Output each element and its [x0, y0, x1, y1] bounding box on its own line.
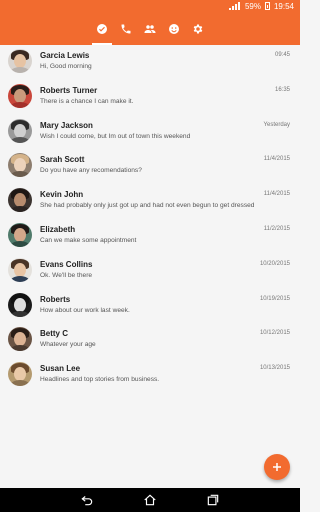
message-preview: Do you have any recomendations? — [40, 167, 142, 175]
signal-icon — [228, 2, 241, 10]
conversation-row[interactable]: Garcia Lewis Hi, Good morning 09:45 — [0, 45, 300, 80]
conversation-row[interactable]: Kevin John She had probably only just go… — [0, 184, 300, 219]
app-toolbar — [0, 12, 300, 45]
contact-name: Evans Collins — [40, 259, 93, 269]
tab-calls[interactable] — [114, 12, 138, 45]
battery-percent: 59% — [244, 1, 261, 11]
conversation-list: Garcia Lewis Hi, Good morning 09:45 Robe… — [0, 45, 300, 393]
people-icon — [144, 24, 156, 33]
avatar — [8, 49, 32, 73]
home-icon — [144, 494, 156, 506]
contact-name: Susan Lee — [40, 364, 81, 374]
contact-name: Roberts — [40, 294, 71, 304]
conversation-row[interactable]: Betty C Whatever your age 10/12/2015 — [0, 323, 300, 358]
message-time: 10/12/2015 — [259, 330, 290, 337]
back-icon — [81, 496, 93, 506]
tab-settings[interactable] — [186, 12, 210, 45]
avatar — [8, 118, 32, 143]
contact-name: Garcia Lewis — [40, 51, 90, 60]
contact-name: Kevin John — [40, 190, 84, 200]
message-time: 11/4/2015 — [263, 156, 290, 163]
avatar — [8, 362, 32, 387]
phone-icon — [121, 24, 131, 33]
avatar — [8, 153, 32, 178]
conversation-row[interactable]: Mary Jackson Wish I could come, but Im o… — [0, 115, 300, 150]
status-bar: 59% 19:54 — [0, 0, 300, 12]
contact-name: Mary Jackson — [40, 120, 93, 130]
status-time: 19:54 — [273, 1, 294, 11]
avatar — [8, 83, 32, 108]
message-preview: There is a chance I can make it. — [40, 97, 134, 105]
message-time: 11/4/2015 — [263, 191, 290, 198]
avatar — [8, 327, 32, 352]
contact-name: Sarah Scott — [40, 155, 85, 165]
avatar — [8, 257, 32, 282]
message-preview: How about our work last week. — [40, 306, 130, 314]
message-preview: She had probably only just got up and ha… — [40, 202, 255, 210]
message-time: 10/19/2015 — [259, 295, 290, 302]
plus-icon — [273, 463, 281, 471]
avatar — [8, 292, 32, 317]
message-time: 09:45 — [274, 52, 290, 58]
recents-button[interactable] — [206, 493, 220, 507]
tab-status[interactable] — [162, 12, 186, 45]
system-nav-bar — [0, 488, 300, 512]
conversation-row[interactable]: Evans Collins Ok. We'll be there 10/20/2… — [0, 254, 300, 289]
smiley-icon — [169, 23, 179, 34]
contact-name: Roberts Turner — [40, 85, 98, 95]
gear-icon — [193, 24, 203, 33]
conversation-row[interactable]: Sarah Scott Do you have any recomendatio… — [0, 149, 300, 184]
conversation-row[interactable]: Elizabeth Can we make some appointment 1… — [0, 219, 300, 254]
message-preview: Headlines and top stories from business. — [40, 376, 160, 384]
message-time: Yesterday — [263, 121, 290, 128]
recents-icon — [207, 494, 219, 506]
tab-contacts[interactable] — [138, 12, 162, 45]
new-message-button[interactable] — [264, 454, 290, 480]
message-preview: Wish I could come, but Im out of town th… — [40, 132, 191, 140]
back-button[interactable] — [80, 493, 94, 507]
avatar — [8, 222, 32, 247]
conversation-row[interactable]: Roberts How about our work last week. 10… — [0, 289, 300, 324]
avatar — [8, 188, 32, 213]
contact-name: Elizabeth — [40, 224, 76, 234]
conversation-row[interactable]: Roberts Turner There is a chance I can m… — [0, 80, 300, 115]
battery-icon — [264, 2, 270, 10]
message-time: 10/13/2015 — [259, 365, 290, 372]
home-button[interactable] — [143, 493, 157, 507]
tab-messages[interactable] — [90, 12, 114, 45]
message-time: 10/20/2015 — [259, 260, 290, 267]
message-time: 11/2/2015 — [263, 225, 290, 232]
message-preview: Ok. We'll be there — [40, 271, 93, 279]
message-preview: Whatever your age — [40, 341, 96, 349]
message-preview: Hi, Good morning — [40, 63, 92, 70]
message-preview: Can we make some appointment — [40, 236, 137, 244]
check-circle-icon — [97, 23, 107, 34]
conversation-row[interactable]: Susan Lee Headlines and top stories from… — [0, 358, 300, 393]
contact-name: Betty C — [40, 329, 69, 339]
message-time: 16:35 — [274, 86, 290, 93]
tab-bar — [90, 12, 210, 45]
